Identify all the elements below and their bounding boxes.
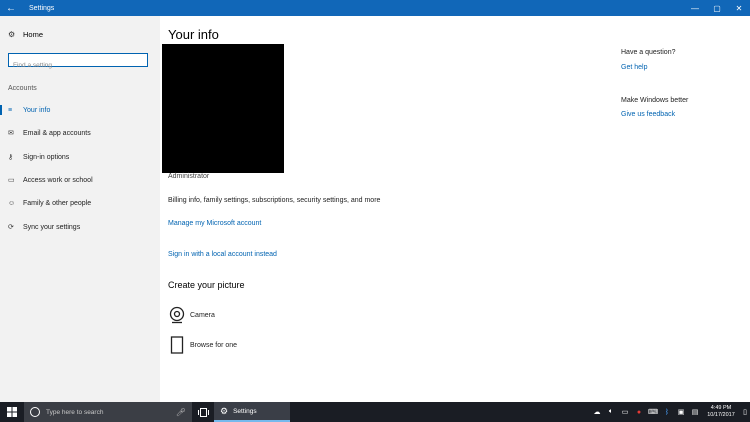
- sidebar-item-your-info[interactable]: ≡ Your info: [0, 101, 160, 119]
- billing-description: Billing info, family settings, subscript…: [168, 197, 381, 204]
- document-icon: [168, 336, 186, 354]
- camera-icon: [168, 306, 186, 324]
- maximize-icon: ▢: [713, 3, 721, 13]
- taskbar-search-placeholder: Type here to search: [46, 408, 104, 416]
- sidebar-item-label: Family & other people: [23, 199, 92, 207]
- taskbar-app-label: Settings: [233, 407, 257, 415]
- sidebar-item-family[interactable]: ☺ Family & other people: [0, 194, 160, 212]
- gear-icon: ⚙: [220, 405, 229, 416]
- bluetooth-icon[interactable]: ᛒ: [660, 409, 674, 416]
- sidebar-item-label: Email & app accounts: [23, 129, 91, 137]
- sidebar-item-sign-in[interactable]: ⚷ Sign-in options: [0, 148, 160, 166]
- picture-heading: Create your picture: [168, 280, 245, 290]
- camera-option[interactable]: Camera: [168, 306, 215, 324]
- onedrive-icon[interactable]: ☁: [590, 408, 604, 416]
- task-view-button[interactable]: [192, 402, 214, 422]
- manage-account-link[interactable]: Manage my Microsoft account: [168, 220, 261, 227]
- question-heading: Have a question?: [621, 49, 676, 56]
- input-icon[interactable]: ⌨: [646, 408, 660, 416]
- sidebar-item-label: Your info: [23, 106, 51, 114]
- taskbar-app-settings[interactable]: ⚙ Settings: [214, 402, 290, 422]
- security-icon[interactable]: ▣: [674, 408, 688, 416]
- close-icon: ✕: [735, 3, 743, 13]
- minimize-button[interactable]: —: [684, 0, 706, 16]
- maximize-button[interactable]: ▢: [706, 0, 728, 16]
- search-box: [8, 53, 148, 72]
- taskbar-search[interactable]: Type here to search 🎤︎: [24, 402, 192, 422]
- sync-icon: ⟳: [8, 224, 14, 231]
- local-account-link[interactable]: Sign in with a local account instead: [168, 251, 277, 258]
- get-help-link[interactable]: Get help: [621, 64, 647, 71]
- cortana-icon: [30, 407, 40, 417]
- avatar: [162, 44, 284, 173]
- person-list-icon: ≡: [8, 106, 13, 114]
- system-tray: ☁ 🔈︎ ▭ ● ⌨ ᛒ ▣ ▤ 4:49 PM 10/17/2017 ▯: [590, 402, 750, 422]
- mail-icon: ✉: [8, 130, 14, 137]
- gear-icon: ⚙: [8, 30, 16, 39]
- sidebar-item-label: Access work or school: [23, 176, 93, 184]
- feedback-heading: Make Windows better: [621, 97, 689, 104]
- clock-date: 10/17/2017: [707, 412, 735, 418]
- browse-option[interactable]: Browse for one: [168, 336, 237, 354]
- briefcase-icon: ▭: [8, 177, 15, 184]
- windows-logo-icon: [7, 407, 17, 417]
- minimize-icon: —: [691, 3, 699, 13]
- home-label: Home: [23, 30, 44, 39]
- window-title: Settings: [29, 4, 55, 12]
- sidebar-item-sync[interactable]: ⟳ Sync your settings: [0, 218, 160, 236]
- search-input[interactable]: [9, 59, 147, 72]
- back-button[interactable]: ←: [0, 0, 22, 16]
- give-feedback-link[interactable]: Give us feedback: [621, 111, 675, 118]
- task-view-icon: [197, 407, 209, 417]
- start-button[interactable]: [0, 402, 24, 422]
- camera-label: Camera: [190, 311, 215, 319]
- title-bar: ← Settings — ▢ ✕: [0, 0, 750, 16]
- sidebar-item-email[interactable]: ✉ Email & app accounts: [0, 124, 160, 142]
- window-controls: — ▢ ✕: [684, 0, 750, 16]
- sidebar-item-label: Sign-in options: [23, 153, 70, 161]
- language-icon[interactable]: ▤: [688, 408, 702, 416]
- back-arrow-icon: ←: [6, 2, 16, 14]
- key-icon: ⚷: [8, 154, 14, 161]
- account-role: Administrator: [168, 173, 210, 180]
- clock-time: 4:49 PM: [710, 405, 732, 411]
- sidebar-home[interactable]: ⚙ Home: [8, 30, 43, 39]
- app-tray-icon[interactable]: ●: [632, 409, 646, 416]
- microphone-icon[interactable]: 🎤︎: [176, 408, 186, 417]
- taskbar: Type here to search 🎤︎ ⚙ Settings ☁ 🔈︎ ▭…: [0, 402, 750, 422]
- sidebar-item-work-school[interactable]: ▭ Access work or school: [0, 171, 160, 189]
- volume-icon[interactable]: 🔈︎: [604, 408, 618, 416]
- sidebar-item-label: Sync your settings: [23, 223, 81, 231]
- clock[interactable]: 4:49 PM 10/17/2017: [702, 405, 740, 419]
- close-button[interactable]: ✕: [728, 0, 750, 16]
- page-title: Your info: [168, 27, 219, 42]
- people-icon: ☺: [8, 199, 16, 207]
- sidebar: ⚙ Home Accounts ≡ Your info ✉ Email & ap…: [0, 16, 160, 402]
- action-center-icon[interactable]: ▯: [740, 408, 750, 416]
- browse-label: Browse for one: [190, 341, 238, 349]
- network-icon[interactable]: ▭: [618, 408, 632, 416]
- section-heading: Accounts: [8, 85, 37, 92]
